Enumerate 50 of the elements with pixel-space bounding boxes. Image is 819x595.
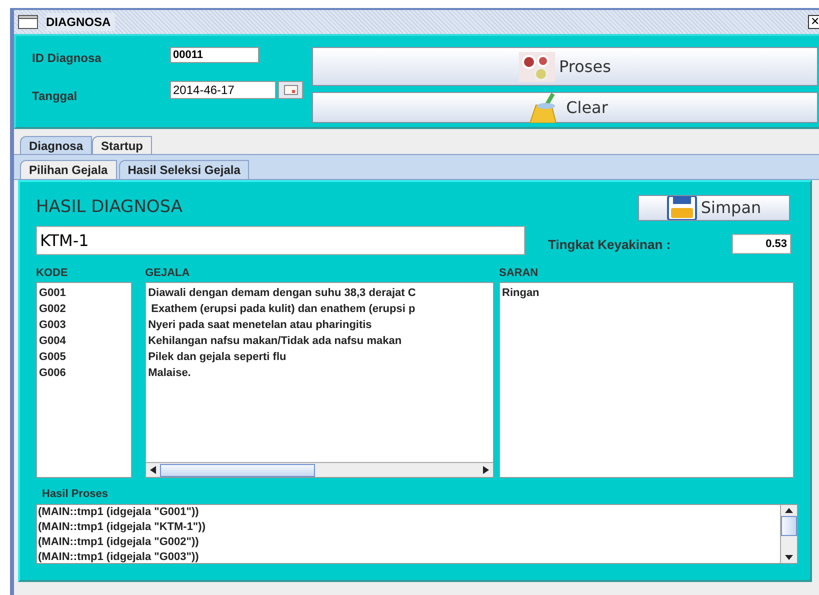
list-line: G004 bbox=[39, 334, 67, 349]
scroll-thumb[interactable] bbox=[781, 516, 797, 536]
list-line: Exathem (erupsi pada kulit) dan enathem (erupsi p bbox=[150, 302, 416, 317]
list-line: G001 bbox=[39, 286, 67, 301]
log-line: (MAIN::tmp1 (idgejala "KTM-1")) bbox=[38, 520, 206, 535]
up-arrow-icon bbox=[785, 508, 793, 513]
save-button[interactable]: Simpan bbox=[638, 195, 790, 221]
list-line: G005 bbox=[39, 350, 67, 365]
log-line: (MAIN::tmp1 (idgejala "G003")) bbox=[38, 550, 200, 563]
field-label: ID Diagnosa bbox=[32, 50, 102, 67]
list-line: G006 bbox=[39, 366, 67, 381]
left-arrow-icon bbox=[150, 466, 156, 474]
diagnosis-field[interactable]: KTM-1 bbox=[36, 226, 525, 254]
list-line: Kehilangan nafsu makan/Tidak ada nafsu makan bbox=[148, 334, 403, 349]
right-arrow-icon bbox=[483, 466, 490, 474]
column-header: SARAN bbox=[499, 266, 540, 281]
column-header: GEJALA bbox=[145, 266, 191, 281]
action-button[interactable]: Proses bbox=[312, 47, 818, 86]
tab[interactable]: Pilihan Gejala bbox=[20, 160, 117, 179]
list-line: G002 bbox=[39, 302, 67, 317]
id-field[interactable]: 00011 bbox=[170, 47, 259, 63]
process-label: Hasil Proses bbox=[42, 487, 110, 500]
calendar-icon bbox=[284, 85, 298, 95]
log-line: (MAIN::tmp1 (idgejala "G001")) bbox=[38, 505, 200, 520]
log-line: (MAIN::tmp1 (idgejala "G002")) bbox=[38, 535, 200, 550]
vertical-scrollbar[interactable] bbox=[780, 505, 797, 563]
window-icon bbox=[18, 15, 38, 29]
confidence-field[interactable]: 0.53 bbox=[732, 234, 791, 254]
column-header: KODE bbox=[36, 266, 69, 281]
list-line: Nyeri pada saat menetelan atau pharingitis bbox=[148, 318, 373, 333]
date-field[interactable]: 2014-46-17 bbox=[170, 81, 276, 99]
list-line: Malaise. bbox=[148, 366, 192, 381]
field-label: Tanggal bbox=[32, 88, 78, 105]
list-line: Ringan bbox=[502, 286, 540, 301]
action-button[interactable]: Clear bbox=[312, 92, 818, 123]
window-title: DIAGNOSA bbox=[46, 13, 115, 31]
list-line: G003 bbox=[39, 318, 67, 333]
down-arrow-icon bbox=[785, 555, 793, 560]
tab[interactable]: Hasil Seleksi Gejala bbox=[118, 160, 250, 179]
tab[interactable]: Diagnosa bbox=[20, 136, 92, 154]
scroll-thumb[interactable] bbox=[160, 464, 316, 476]
floppy-icon bbox=[666, 196, 697, 220]
calendar-button[interactable] bbox=[278, 81, 303, 99]
confidence-label: Tingkat Keyakinan : bbox=[548, 236, 672, 254]
section-title: HASIL DIAGNOSA bbox=[36, 196, 184, 220]
list-line: Pilek dan gejala seperti flu bbox=[148, 350, 288, 365]
list-line: Diawali dengan demam dengan suhu 38,3 derajat C bbox=[148, 286, 417, 301]
close-button[interactable]: ✕ bbox=[808, 15, 819, 29]
tab[interactable]: Startup bbox=[92, 136, 152, 154]
horizontal-scrollbar[interactable] bbox=[146, 462, 494, 477]
